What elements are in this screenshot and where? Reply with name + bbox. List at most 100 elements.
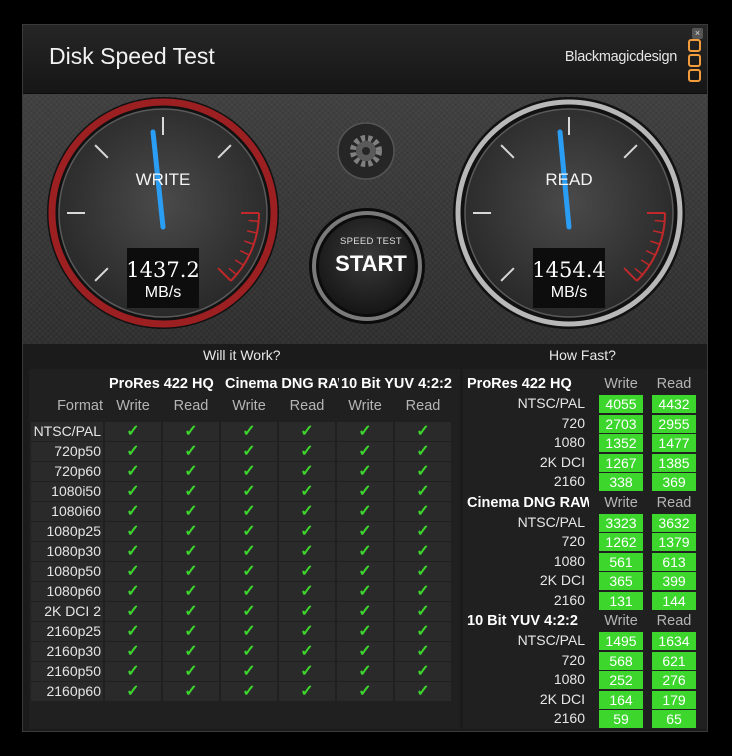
checkmark-icon: ✓	[126, 663, 140, 680]
speed-value-read: 276	[662, 672, 686, 688]
speed-value-read: 399	[662, 573, 686, 589]
write-read-subheader: Write	[348, 398, 382, 414]
format-label: 2160p60	[46, 683, 101, 699]
write-read-subheader: Write	[116, 398, 150, 414]
speed-value-read: 2955	[658, 415, 690, 432]
speed-value-write: 561	[609, 553, 633, 570]
format-label: NTSC/PAL	[33, 423, 101, 439]
how-fast-heading: How Fast?	[549, 347, 616, 363]
checkmark-icon: ✓	[300, 443, 314, 460]
checkmark-icon: ✓	[358, 563, 372, 580]
checkmark-icon: ✓	[242, 683, 256, 700]
speed-format-label: 1080	[553, 434, 585, 450]
checkmark-icon: ✓	[184, 523, 198, 540]
format-group-header: 10 Bit YUV 4:2:2	[341, 376, 452, 392]
format-label: 2K DCI 2	[44, 603, 101, 619]
checkmark-icon: ✓	[358, 443, 372, 460]
checkmark-icon: ✓	[126, 463, 140, 480]
speed-value-write: 1267	[605, 454, 637, 471]
gear-icon[interactable]	[337, 122, 395, 180]
checkmark-icon: ✓	[300, 543, 314, 560]
checkmark-icon: ✓	[242, 623, 256, 640]
speed-format-label: 2160	[553, 473, 585, 489]
checkmark-icon: ✓	[416, 663, 430, 680]
speed-format-label: 2K DCI	[539, 453, 585, 470]
write-gauge-label: WRITE	[135, 170, 191, 189]
speed-value-write: 1262	[605, 534, 637, 550]
checkmark-icon: ✓	[242, 603, 256, 620]
checkmark-icon: ✓	[358, 683, 372, 700]
start-button[interactable]: START	[326, 251, 416, 277]
speed-format-label: 2K DCI	[539, 690, 585, 707]
checkmark-icon: ✓	[126, 583, 140, 600]
checkmark-icon: ✓	[184, 443, 198, 460]
checkmark-icon: ✓	[184, 623, 198, 640]
read-column-header: Read	[656, 376, 692, 392]
format-label: 720p60	[54, 463, 101, 479]
write-speed-value: 1437.2	[126, 258, 200, 282]
checkmark-icon: ✓	[358, 503, 372, 520]
format-label: 1080i60	[51, 503, 101, 519]
speed-format-label: 2K DCI	[539, 572, 585, 588]
codec-group-header: 10 Bit YUV 4:2:2	[467, 613, 578, 629]
start-button-caption[interactable]: SPEED TEST	[326, 236, 416, 247]
checkmark-icon: ✓	[416, 463, 430, 480]
write-column-header: Write	[604, 494, 638, 511]
checkmark-icon: ✓	[242, 543, 256, 560]
speed-value-write: 59	[613, 711, 629, 727]
checkmark-icon: ✓	[416, 583, 430, 600]
checkmark-icon: ✓	[416, 683, 430, 700]
speed-value-read: 1634	[658, 633, 690, 649]
checkmark-icon: ✓	[242, 663, 256, 680]
checkmark-icon: ✓	[126, 603, 140, 620]
speed-value-write: 252	[609, 672, 633, 688]
checkmark-icon: ✓	[184, 683, 198, 700]
checkmark-icon: ✓	[184, 483, 198, 500]
checkmark-icon: ✓	[300, 663, 314, 680]
app-title: Disk Speed Test	[49, 43, 215, 69]
checkmark-icon: ✓	[358, 603, 372, 620]
write-read-subheader: Write	[232, 398, 266, 414]
checkmark-icon: ✓	[184, 463, 198, 480]
speed-value-read: 4432	[658, 396, 690, 412]
checkmark-icon: ✓	[242, 563, 256, 580]
checkmark-icon: ✓	[184, 543, 198, 560]
speed-format-label: 720	[561, 414, 585, 431]
brand-name: Blackmagicdesign	[564, 49, 677, 65]
checkmark-icon: ✓	[358, 643, 372, 660]
checkmark-icon: ✓	[300, 603, 314, 620]
speed-format-label: 1080	[553, 552, 585, 569]
checkmark-icon: ✓	[358, 623, 372, 640]
speed-value-write: 164	[609, 691, 633, 708]
speed-value-read: 144	[662, 592, 686, 609]
format-label: 1080p60	[46, 583, 101, 599]
checkmark-icon: ✓	[416, 543, 430, 560]
speed-value-read: 1379	[658, 534, 690, 550]
close-icon[interactable]: ×	[692, 28, 703, 39]
checkmark-icon: ✓	[184, 603, 198, 620]
checkmark-icon: ✓	[300, 623, 314, 640]
speed-value-write: 131	[609, 592, 633, 609]
write-column-header: Write	[604, 613, 638, 629]
checkmark-icon: ✓	[126, 543, 140, 560]
checkmark-icon: ✓	[300, 523, 314, 540]
checkmark-icon: ✓	[300, 463, 314, 480]
checkmark-icon: ✓	[126, 643, 140, 660]
speed-value-read: 613	[662, 553, 686, 570]
speed-value-write: 4055	[605, 396, 637, 412]
format-label: 2160p50	[46, 663, 101, 679]
speed-value-write: 568	[609, 652, 633, 669]
format-label: 1080p25	[46, 523, 101, 539]
checkmark-icon: ✓	[184, 563, 198, 580]
read-gauge-label: READ	[545, 170, 593, 189]
speed-value-write: 1352	[605, 435, 637, 451]
checkmark-icon: ✓	[300, 563, 314, 580]
format-label: 1080p30	[46, 543, 101, 559]
title-bar: Disk Speed Test Blackmagicdesign ×	[23, 25, 707, 94]
checkmark-icon: ✓	[358, 423, 372, 440]
checkmark-icon: ✓	[416, 643, 430, 660]
codec-group-header: Cinema DNG RAW	[467, 494, 589, 511]
speed-value-read: 3632	[658, 514, 690, 531]
checkmark-icon: ✓	[184, 503, 198, 520]
checkmark-icon: ✓	[126, 623, 140, 640]
